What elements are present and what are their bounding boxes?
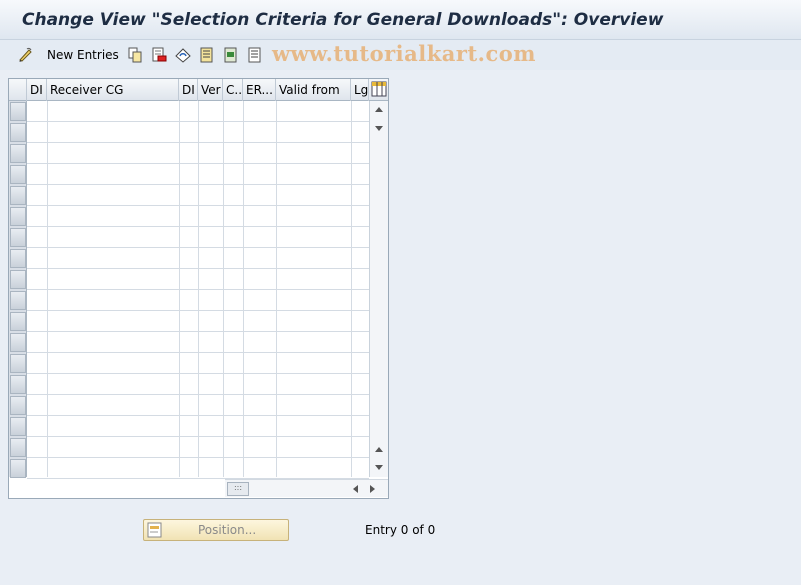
row-selector[interactable] [10, 354, 26, 373]
row-selector[interactable] [10, 207, 26, 226]
scroll-thumb[interactable]: ::: [227, 482, 249, 496]
column-header-er[interactable]: ER... [243, 79, 276, 101]
column-header-di-2[interactable]: DI [179, 79, 198, 101]
title-bar: Change View "Selection Criteria for Gene… [0, 0, 801, 40]
position-label: Position... [198, 523, 257, 537]
row-selector[interactable] [10, 312, 26, 331]
new-entries-label: New Entries [47, 48, 119, 62]
column-header-lg[interactable]: Lg [351, 79, 369, 101]
row-selector[interactable] [10, 228, 26, 247]
select-block-icon [223, 47, 239, 63]
row-selector[interactable] [10, 249, 26, 268]
horizontal-scrollbar[interactable]: ::: [225, 479, 388, 497]
column-header-receiver-cg[interactable]: Receiver CG [47, 79, 179, 101]
watermark: www.tutorialkart.com [272, 41, 536, 66]
column-divider [47, 101, 48, 477]
scroll-right-icon[interactable] [370, 485, 375, 493]
scroll-left-icon[interactable] [353, 485, 358, 493]
row-selector-column [9, 101, 27, 478]
table-control: DI Receiver CG DI Ver C.. ER... Valid fr… [8, 78, 389, 499]
page-title: Change View "Selection Criteria for Gene… [22, 10, 664, 30]
row-selector[interactable] [10, 333, 26, 352]
row-selector[interactable] [10, 123, 26, 142]
select-all-icon [199, 47, 215, 63]
delete-icon [151, 47, 167, 63]
vertical-scrollbar[interactable] [369, 101, 388, 477]
column-header-valid-from[interactable]: Valid from [276, 79, 351, 101]
edit-toggle-icon [18, 47, 34, 63]
column-divider [179, 101, 180, 477]
row-selector[interactable] [10, 291, 26, 310]
row-selector[interactable] [10, 417, 26, 436]
delete-button[interactable] [151, 45, 167, 65]
undo-button[interactable] [175, 45, 191, 65]
table-settings-icon [371, 81, 387, 97]
column-divider [198, 101, 199, 477]
scroll-down-icon[interactable] [375, 465, 383, 470]
column-header-c[interactable]: C.. [223, 79, 243, 101]
row-selector[interactable] [10, 396, 26, 415]
table-settings-button[interactable] [369, 79, 388, 101]
column-divider [276, 101, 277, 477]
table-header: DI Receiver CG DI Ver C.. ER... Valid fr… [9, 79, 388, 101]
row-selector[interactable] [10, 459, 26, 478]
row-selector[interactable] [10, 270, 26, 289]
deselect-all-button[interactable] [247, 45, 263, 65]
column-header-ver[interactable]: Ver [198, 79, 223, 101]
page-up-icon[interactable] [375, 447, 383, 452]
select-all-button[interactable] [199, 45, 215, 65]
position-icon [147, 522, 163, 538]
row-selector[interactable] [10, 375, 26, 394]
select-all-header[interactable] [9, 79, 27, 101]
entry-counter: Entry 0 of 0 [365, 523, 436, 537]
position-button[interactable]: Position... [143, 519, 289, 541]
select-block-button[interactable] [223, 45, 239, 65]
row-selector[interactable] [10, 144, 26, 163]
new-entries-button[interactable]: New Entries [47, 45, 119, 65]
row-selector[interactable] [10, 102, 26, 121]
page-down-icon[interactable] [375, 126, 383, 131]
column-divider [223, 101, 224, 477]
column-header-di[interactable]: DI [27, 79, 47, 101]
row-selector[interactable] [10, 438, 26, 457]
edit-toggle-button[interactable] [18, 45, 34, 65]
row-selector[interactable] [10, 165, 26, 184]
column-divider [351, 101, 352, 477]
undo-icon [175, 47, 191, 63]
column-divider [243, 101, 244, 477]
deselect-all-icon [247, 47, 263, 63]
copy-button[interactable] [127, 45, 143, 65]
copy-icon [127, 47, 143, 63]
row-selector[interactable] [10, 186, 26, 205]
scroll-up-icon[interactable] [375, 107, 383, 112]
